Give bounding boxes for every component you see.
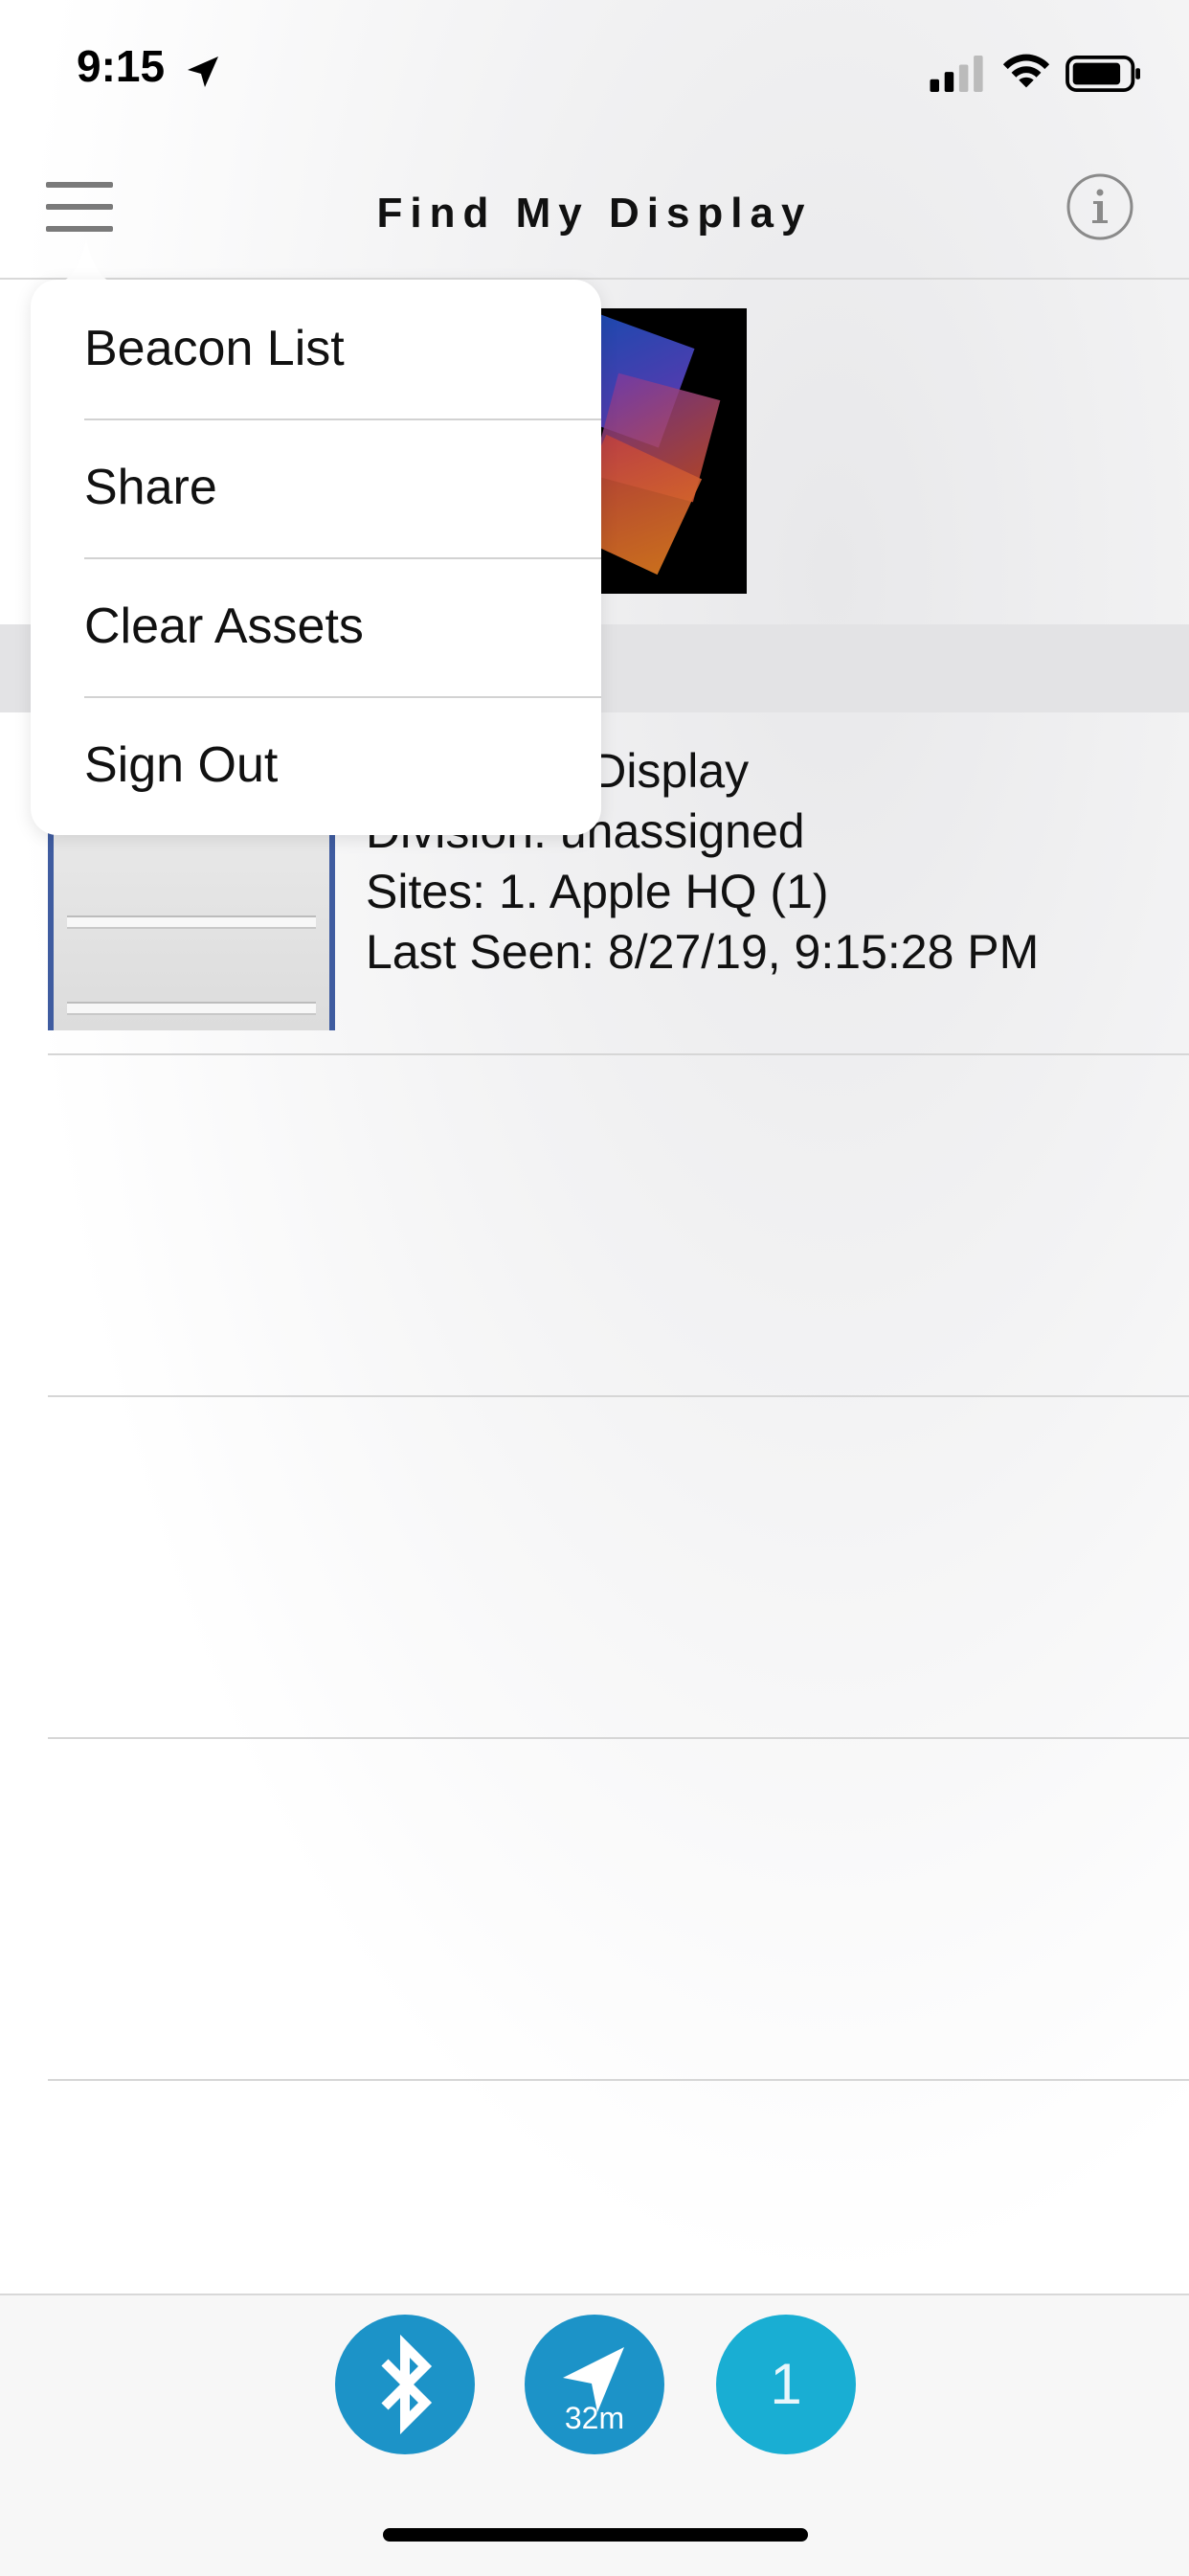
menu-item-beacon-list[interactable]: Beacon List [31,280,601,418]
status-time: 9:15 [77,41,166,91]
hamburger-menu-icon[interactable] [46,182,113,236]
display-poster-image [594,308,747,594]
row-divider [48,1395,1189,1397]
asset-sites: Sites: 1. Apple HQ (1) [366,865,829,918]
bluetooth-icon [381,2334,433,2435]
bluetooth-button[interactable] [335,2315,475,2454]
popover-arrow [57,240,115,283]
location-button[interactable]: 32m [525,2315,664,2454]
asset-last-seen: Last Seen: 8/27/19, 9:15:28 PM [366,925,1040,979]
info-icon[interactable] [1066,172,1134,241]
row-divider [48,2079,1189,2081]
status-bar: 9:15 [0,0,1189,144]
row-divider [48,1053,1189,1055]
cellular-signal-icon [930,56,983,92]
dropdown-menu: Beacon List Share Clear Assets Sign Out [31,280,601,835]
home-indicator[interactable] [383,2528,808,2542]
battery-icon [1066,56,1140,92]
location-services-icon [188,56,218,87]
distance-label: 32m [564,2401,625,2435]
page-title: Find My Display [376,190,813,237]
row-divider [48,1737,1189,1739]
wifi-icon [1002,54,1050,88]
menu-item-share[interactable]: Share [31,418,601,557]
navigation-bar: Find My Display [0,144,1189,280]
menu-item-sign-out[interactable]: Sign Out [31,696,601,835]
asset-count-button[interactable]: 1 [716,2315,856,2454]
menu-item-clear-assets[interactable]: Clear Assets [31,557,601,696]
